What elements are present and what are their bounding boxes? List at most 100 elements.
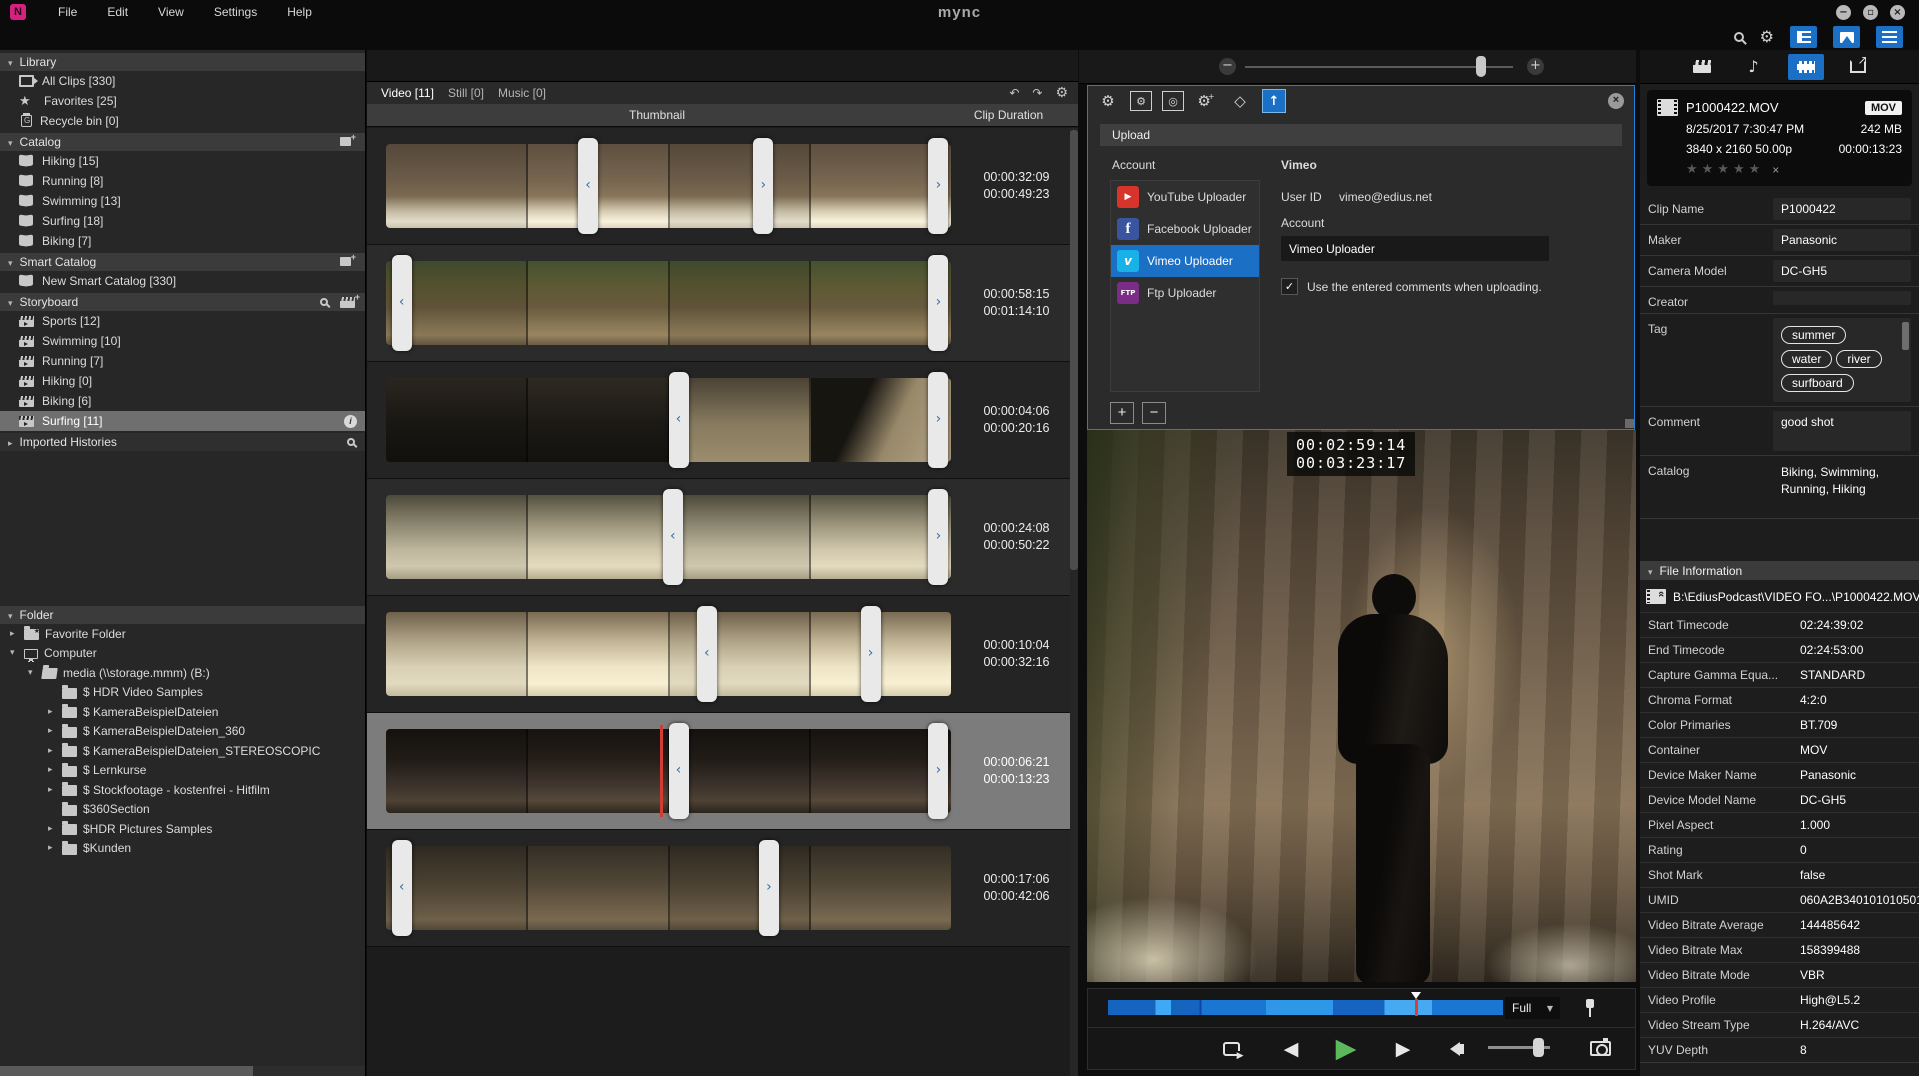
menu-item[interactable]: Settings [214,5,257,19]
play-button[interactable]: ▶ [1328,1028,1364,1069]
clip-row[interactable]: 00:00:10:04 00:00:32:16 [367,596,1070,713]
comment-field[interactable]: good shot [1773,411,1911,451]
library-section-header[interactable]: Library [0,53,365,71]
remove-account-button[interactable]: − [1142,402,1166,424]
expand-arrow-icon[interactable]: ▸ [48,785,56,795]
clip-row[interactable]: 00:00:58:15 00:01:14:10 [367,245,1070,362]
add-storyboard-icon[interactable] [340,297,355,308]
menu-item[interactable]: View [158,5,184,19]
account-list-item[interactable]: f Facebook Uploader [1111,213,1259,245]
export-button[interactable] [1840,54,1876,80]
folder-tree-item[interactable]: ▾ Computer [0,644,365,664]
trim-handle-right[interactable] [928,138,948,234]
scrollbar-thumb[interactable] [0,1066,253,1076]
thumbnail-column-header[interactable]: Thumbnail [367,104,947,126]
sidebar-item[interactable]: New Smart Catalog [330] [0,271,365,291]
folder-tree-item[interactable]: ▸ $ KameraBeispielDateien [0,702,365,722]
folder-section-header[interactable]: Folder [0,606,365,624]
trim-handle-right[interactable] [928,489,948,585]
clear-rating-icon[interactable]: × [1772,163,1779,177]
account-list-item[interactable]: FTP Ftp Uploader [1111,277,1259,309]
music-button[interactable]: ♪ [1736,54,1772,80]
trim-handle-left[interactable] [669,723,689,819]
snapshot-button[interactable] [1583,1028,1617,1069]
zoom-slider-thumb[interactable] [1476,56,1486,77]
trim-handle-right[interactable] [928,723,948,819]
creator-field[interactable] [1773,291,1911,305]
storyboard-search-icon[interactable] [320,298,328,306]
expand-arrow-icon[interactable]: ▸ [48,765,56,775]
trim-handle-right[interactable] [928,255,948,351]
clip-row[interactable]: 00:00:17:06 00:00:42:06 [367,830,1070,947]
sidebar-item[interactable]: Running [7] [0,351,365,371]
sidebar-item[interactable]: Surfing [18] [0,211,365,231]
media-type-tab[interactable]: Still [0] [448,86,484,100]
trim-handle-left[interactable] [392,255,412,351]
clip-row[interactable]: 00:00:06:21 00:00:13:23 [367,713,1070,830]
trim-handle-left[interactable] [663,489,683,585]
menu-item[interactable]: Help [287,5,312,19]
sidebar-item[interactable]: Hiking [15] [0,151,365,171]
search-icon[interactable] [1734,32,1744,42]
settings-gear-icon[interactable]: ⚙ [1760,29,1774,45]
sidebar-item[interactable]: Sports [12] [0,311,365,331]
storyboard-section-header[interactable]: Storyboard [0,293,365,311]
previous-frame-button[interactable]: ◀ [1276,1028,1306,1069]
clip-list-scrollbar[interactable] [1070,128,1078,1076]
catalog-section-header[interactable]: Catalog [0,133,365,151]
imported-histories-header[interactable]: Imported Histories [0,433,365,451]
trim-handle-mid[interactable] [753,138,773,234]
clip-row[interactable]: 00:00:32:09 00:00:49:23 [367,128,1070,245]
sidebar-item[interactable]: Hiking [0] [0,371,365,391]
trim-handle-right[interactable] [928,372,948,468]
maker-field[interactable]: Panasonic [1773,229,1911,251]
preview-eye-icon[interactable]: ◎ [1162,91,1184,111]
scrollbar-thumb[interactable] [1070,130,1078,570]
rating-stars[interactable]: ★★★★★ [1686,162,1764,177]
loop-button[interactable] [1216,1028,1246,1069]
metadata-settings-icon[interactable]: ⚙ [1130,91,1152,111]
folder-tree-item[interactable]: $360Section [0,800,365,820]
account-list-scrollbar[interactable] [1625,419,1634,428]
tag-pill[interactable]: river [1836,350,1881,368]
close-button[interactable]: × [1890,5,1905,20]
folder-tree-item[interactable]: ▸ $ Lernkurse [0,761,365,781]
trim-handle-left[interactable] [669,372,689,468]
volume-thumb[interactable] [1533,1038,1544,1057]
trim-handle-left[interactable] [392,840,412,936]
minimize-button[interactable]: − [1836,5,1851,20]
upload-icon[interactable]: ↑ [1262,89,1286,113]
folder-tree-item[interactable]: ▸ $Kunden [0,839,365,859]
trim-handle-right[interactable] [861,606,881,702]
imported-histories-search-icon[interactable] [347,438,355,446]
folder-tree-item[interactable]: ▸ $HDR Pictures Samples [0,819,365,839]
sidebar-item[interactable]: Biking [7] [0,231,365,251]
zoom-level-dropdown[interactable]: Full ▼ [1505,997,1560,1019]
sidebar-item[interactable]: Swimming [13] [0,191,365,211]
close-panel-icon[interactable]: × [1608,93,1624,109]
media-type-tab[interactable]: Music [0] [498,86,546,100]
redo-icon[interactable]: ↷ [1032,86,1042,100]
menu-item[interactable]: File [58,5,77,19]
account-list-item[interactable]: ▶ YouTube Uploader [1111,181,1259,213]
tag-pill[interactable]: water [1781,350,1832,368]
account-list-item[interactable]: v Vimeo Uploader [1111,245,1259,277]
sidebar-item[interactable]: Surfing [11] i [0,411,365,431]
zoom-slider-track[interactable] [1245,66,1513,68]
zoom-in-button[interactable]: + [1527,58,1544,75]
scrub-playhead[interactable] [1415,999,1418,1016]
trim-handle-left[interactable] [697,606,717,702]
video-preview[interactable]: 00:02:59:14 00:03:23:17 [1087,430,1636,982]
folder-tree-item[interactable]: ▾ media (\\storage.mmm) (B:) [0,663,365,683]
mute-button[interactable] [1443,1028,1473,1069]
expand-arrow-icon[interactable]: ▸ [10,629,18,639]
sidebar-item[interactable]: All Clips [330] [0,71,365,91]
storyboard-view-button[interactable] [1790,26,1817,48]
clip-row[interactable]: 00:00:04:06 00:00:20:16 [367,362,1070,479]
expand-arrow-icon[interactable]: ▸ [48,746,56,756]
tag-scrollbar[interactable] [1902,322,1909,350]
add-catalog-icon[interactable] [340,136,355,148]
sidebar-item[interactable]: Running [8] [0,171,365,191]
zoom-out-button[interactable]: − [1219,58,1236,75]
playhead-marker[interactable] [660,725,663,817]
